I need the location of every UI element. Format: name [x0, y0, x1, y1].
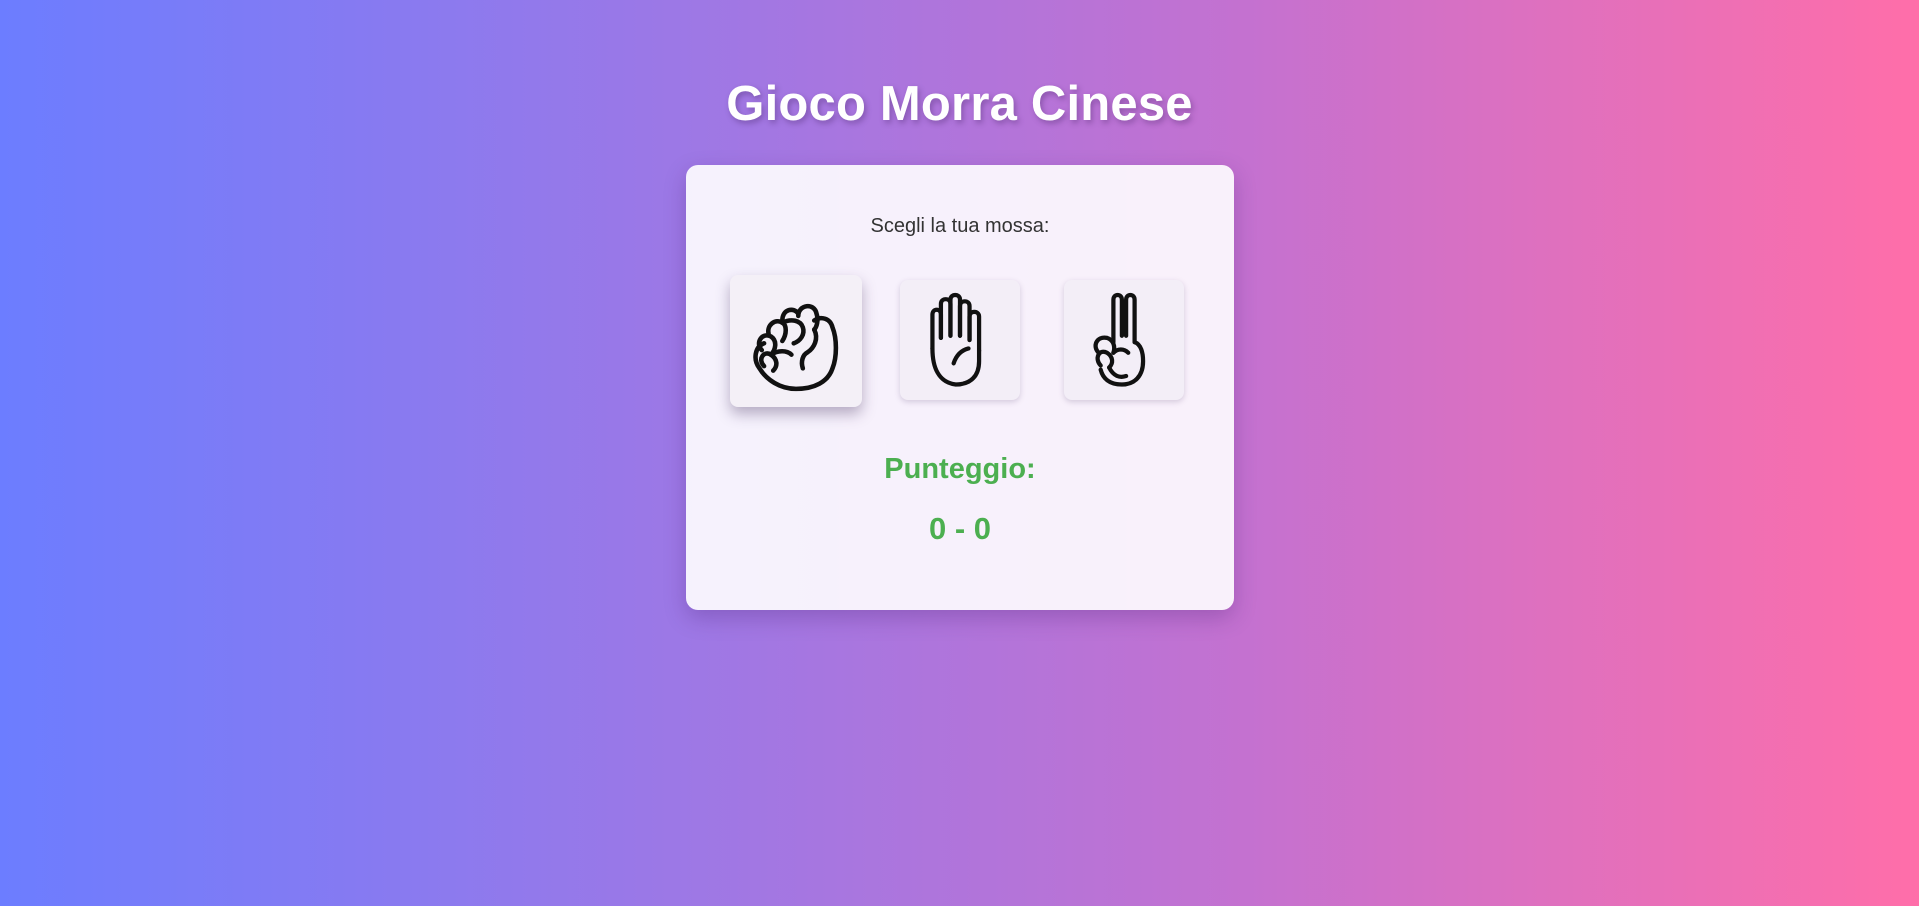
scissors-button[interactable] [1064, 280, 1184, 400]
fist-icon [753, 303, 839, 392]
move-prompt: Scegli la tua mossa: [870, 215, 1050, 237]
open-hand-icon [930, 292, 982, 387]
game-card: Scegli la tua mossa: Punteggio: 0 - 0 [686, 165, 1234, 610]
page-title: Gioco Morra Cinese [726, 77, 1193, 131]
victory-hand-icon [1093, 292, 1146, 387]
score-value: 0 - 0 [928, 511, 992, 546]
paper-button[interactable] [900, 280, 1020, 400]
score-label: Punteggio: [884, 453, 1036, 485]
rock-button[interactable] [730, 275, 862, 407]
